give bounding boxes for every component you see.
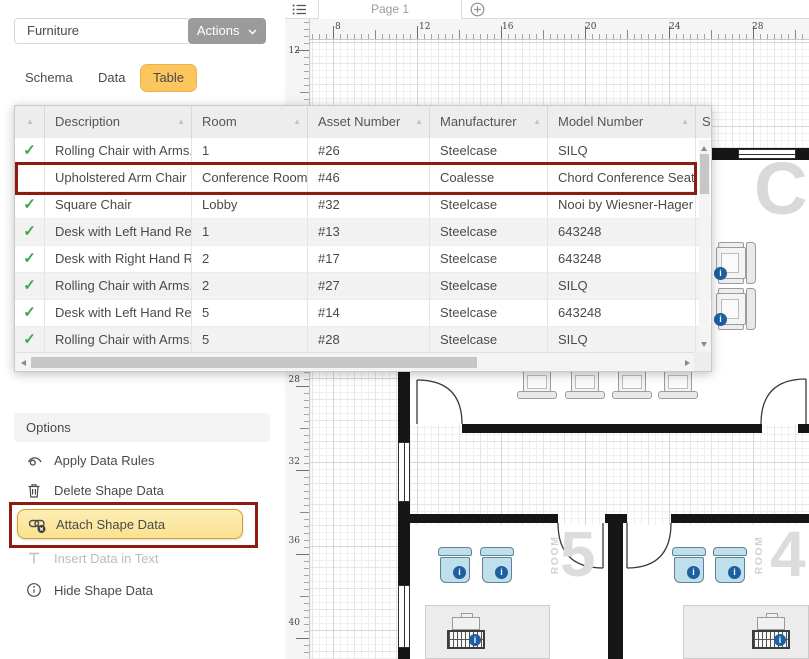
desk-shape[interactable]: [425, 605, 550, 659]
column-header-model-number[interactable]: Model Number▲: [548, 106, 696, 138]
ruler-number: 24: [669, 22, 680, 32]
vertical-scrollbar[interactable]: [699, 140, 710, 353]
check-icon: ✓: [15, 273, 45, 300]
tab-data[interactable]: Data: [98, 70, 125, 85]
ruler-number: 36: [287, 536, 300, 546]
options-header: Options: [14, 413, 270, 442]
column-header-description[interactable]: Description▲: [45, 106, 192, 138]
ruler-number: 20: [585, 22, 596, 32]
actions-button[interactable]: Actions: [188, 18, 266, 44]
chevron-down-icon: [248, 29, 257, 35]
data-table-panel: ▲ Description▲ Room▲ Asset Number▲ Manuf…: [14, 105, 712, 372]
page-tab-bar: Page 1: [285, 0, 809, 19]
column-header-manufacturer[interactable]: Manufacturer▲: [430, 106, 548, 138]
tab-schema[interactable]: Schema: [25, 70, 73, 85]
table-header-row: ▲ Description▲ Room▲ Asset Number▲ Manuf…: [15, 106, 711, 138]
chair-shape[interactable]: i: [716, 242, 758, 284]
blue-chair-shape[interactable]: i: [480, 547, 514, 583]
info-badge-icon[interactable]: i: [495, 566, 508, 579]
table-row[interactable]: ✓ Rolling Chair with Arms... 2 #27 Steel…: [15, 273, 711, 300]
info-badge-icon[interactable]: i: [774, 634, 786, 646]
column-header-status[interactable]: ▲: [15, 106, 45, 138]
chair-shape[interactable]: i: [716, 288, 758, 330]
ruler-number: 40: [287, 618, 300, 628]
scroll-down-icon[interactable]: [701, 342, 707, 347]
check-icon: ✓: [15, 219, 45, 246]
chair-shape[interactable]: [565, 370, 605, 400]
column-header-serial[interactable]: Se: [696, 106, 711, 138]
apply-data-rules-item[interactable]: Apply Data Rules: [0, 451, 285, 471]
ruler-number: 28: [287, 375, 300, 385]
blue-chair-shape[interactable]: i: [713, 547, 747, 583]
tab-table[interactable]: Table: [140, 64, 197, 92]
table-row[interactable]: ✓ Rolling Chair with Arms... 1 #26 Steel…: [15, 138, 711, 165]
scrollbar-corner: [694, 352, 711, 371]
sort-icon: ▲: [26, 106, 34, 138]
ruler-number: 28: [752, 22, 763, 32]
info-badge-icon[interactable]: i: [728, 566, 741, 579]
link-icon: [28, 516, 47, 539]
blue-chair-shape[interactable]: i: [438, 547, 472, 583]
keyboard-shape[interactable]: i: [752, 630, 790, 649]
table-row[interactable]: ✓ Rolling Chair with Arms... 5 #28 Steel…: [15, 327, 711, 354]
attach-shape-data-button[interactable]: Attach Shape Data: [17, 509, 243, 539]
monitor-shape[interactable]: [452, 617, 480, 630]
horizontal-scrollbar[interactable]: [15, 352, 696, 371]
room-label-c: C: [754, 152, 807, 226]
monitor-shape[interactable]: [757, 617, 785, 630]
room4-number-label: 4: [770, 522, 806, 586]
ruler-number: 32: [287, 457, 300, 467]
scroll-up-icon[interactable]: [701, 146, 707, 151]
table-row-highlighted[interactable]: Upholstered Arm Chair Conference Room #4…: [15, 165, 711, 192]
check-icon: ✓: [15, 138, 45, 165]
check-icon: ✓: [15, 327, 45, 354]
sort-icon: ▲: [177, 106, 185, 138]
table-row[interactable]: ✓ Desk with Left Hand Re... 1 #13 Steelc…: [15, 219, 711, 246]
chair-shape[interactable]: [517, 370, 557, 400]
ruler-number: 12: [419, 22, 430, 32]
check-icon: ✓: [15, 192, 45, 219]
column-header-room[interactable]: Room▲: [192, 106, 308, 138]
ruler-number: 8: [335, 22, 341, 32]
hide-shape-data-item[interactable]: Hide Shape Data: [0, 581, 285, 601]
sort-icon: ▲: [681, 106, 689, 138]
ruler-number: 12: [287, 46, 300, 56]
info-badge-icon[interactable]: i: [714, 313, 727, 326]
info-badge-icon[interactable]: i: [469, 634, 481, 646]
info-badge-icon[interactable]: i: [714, 267, 727, 280]
eye-icon: [26, 452, 43, 473]
app-window: Page 1 8 12 16 20 24 28 12 28 32 36 40: [0, 0, 809, 659]
page-tab[interactable]: Page 1: [318, 0, 462, 19]
insert-data-in-text-item: Insert Data in Text: [0, 549, 285, 569]
check-icon: ✓: [15, 246, 45, 273]
horizontal-ruler: 8 12 16 20 24 28: [310, 19, 809, 40]
table-row[interactable]: ✓ Square Chair Lobby #32 Steelcase Nooi …: [15, 192, 711, 219]
ruler-number: 16: [502, 22, 513, 32]
sort-icon: ▲: [293, 106, 301, 138]
room4-word-label: ROOM: [753, 532, 765, 578]
chair-shape[interactable]: [658, 370, 698, 400]
sort-icon: ▲: [533, 106, 541, 138]
table-row[interactable]: ✓ Desk with Left Hand Re... 5 #14 Steelc…: [15, 300, 711, 327]
text-icon: [26, 550, 42, 571]
scroll-right-icon[interactable]: [685, 360, 690, 366]
info-icon: [26, 582, 42, 603]
info-badge-icon[interactable]: i: [453, 566, 466, 579]
room5-number-label: 5: [560, 522, 596, 586]
delete-shape-data-item[interactable]: Delete Shape Data: [0, 481, 285, 501]
desk-shape[interactable]: [683, 605, 809, 659]
sort-icon: ▲: [415, 106, 423, 138]
column-header-asset-number[interactable]: Asset Number▲: [308, 106, 430, 138]
scroll-left-icon[interactable]: [21, 360, 26, 366]
chair-shape[interactable]: [612, 370, 652, 400]
check-icon: ✓: [15, 300, 45, 327]
keyboard-shape[interactable]: i: [447, 630, 485, 649]
blue-chair-shape[interactable]: i: [672, 547, 706, 583]
horizontal-scroll-thumb[interactable]: [31, 357, 477, 368]
table-row[interactable]: ✓ Desk with Right Hand R... 2 #17 Steelc…: [15, 246, 711, 273]
info-badge-icon[interactable]: i: [687, 566, 700, 579]
trash-icon: [26, 482, 42, 504]
vertical-scroll-thumb[interactable]: [700, 154, 709, 194]
dataset-name-input[interactable]: Furniture: [14, 18, 188, 44]
